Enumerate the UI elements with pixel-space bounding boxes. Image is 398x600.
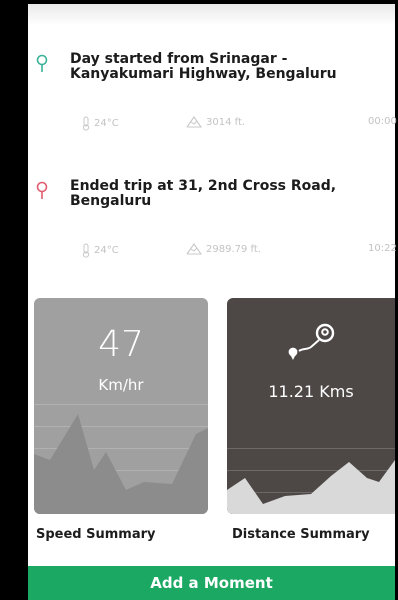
time-stat: 00:00 — [368, 116, 397, 127]
speed-unit: Km/hr — [98, 376, 144, 394]
time-value: 00:00 — [368, 116, 397, 127]
event-stats: 24°C 3014 ft. 00:00 — [34, 116, 397, 134]
timeline-event-end[interactable]: Ended trip at 31, 2nd Cross Road, Bengal… — [34, 178, 397, 269]
event-stats: 24°C 2989.79 ft. 10:22 — [34, 243, 397, 261]
temperature-stat: 24°C — [82, 243, 119, 258]
time-value: 10:22 — [368, 243, 397, 254]
altitude-value: 3014 ft. — [206, 116, 246, 128]
timeline-event-start[interactable]: Day started from Srinagar - Kanyakumari … — [34, 51, 397, 142]
thermometer-icon — [82, 116, 90, 131]
speed-summary-card[interactable]: 47 Km/hr — [34, 298, 208, 514]
temperature-stat: 24°C — [82, 116, 119, 131]
route-icon — [288, 323, 335, 360]
event-title: Day started from Srinagar - Kanyakumari … — [70, 51, 337, 82]
time-stat: 10:22 — [368, 243, 397, 254]
distance-value: 11.21 Kms — [268, 382, 354, 401]
add-moment-label: Add a Moment — [150, 574, 273, 592]
thermometer-icon — [82, 243, 90, 258]
left-frame — [0, 0, 28, 600]
scroll-fade — [28, 4, 395, 26]
temperature-value: 24°C — [94, 245, 119, 256]
speed-sparkline — [34, 414, 208, 514]
altitude-stat: 2989.79 ft. — [186, 243, 261, 255]
altitude-value: 2989.79 ft. — [206, 243, 261, 255]
speed-summary-label: Speed Summary — [36, 527, 156, 542]
speed-value: 47 — [98, 324, 144, 365]
distance-summary-card[interactable]: 11.21 Kms — [227, 298, 395, 514]
mountain-icon — [186, 116, 202, 128]
map-pin-icon — [36, 54, 48, 72]
event-title: Ended trip at 31, 2nd Cross Road, Bengal… — [70, 178, 337, 209]
mountain-icon — [186, 243, 202, 255]
altitude-stat: 3014 ft. — [186, 116, 245, 128]
temperature-value: 24°C — [94, 118, 119, 129]
map-pin-icon — [36, 181, 48, 199]
distance-sparkline — [227, 460, 395, 514]
add-moment-button[interactable]: Add a Moment — [28, 566, 395, 600]
distance-summary-label: Distance Summary — [232, 527, 370, 542]
